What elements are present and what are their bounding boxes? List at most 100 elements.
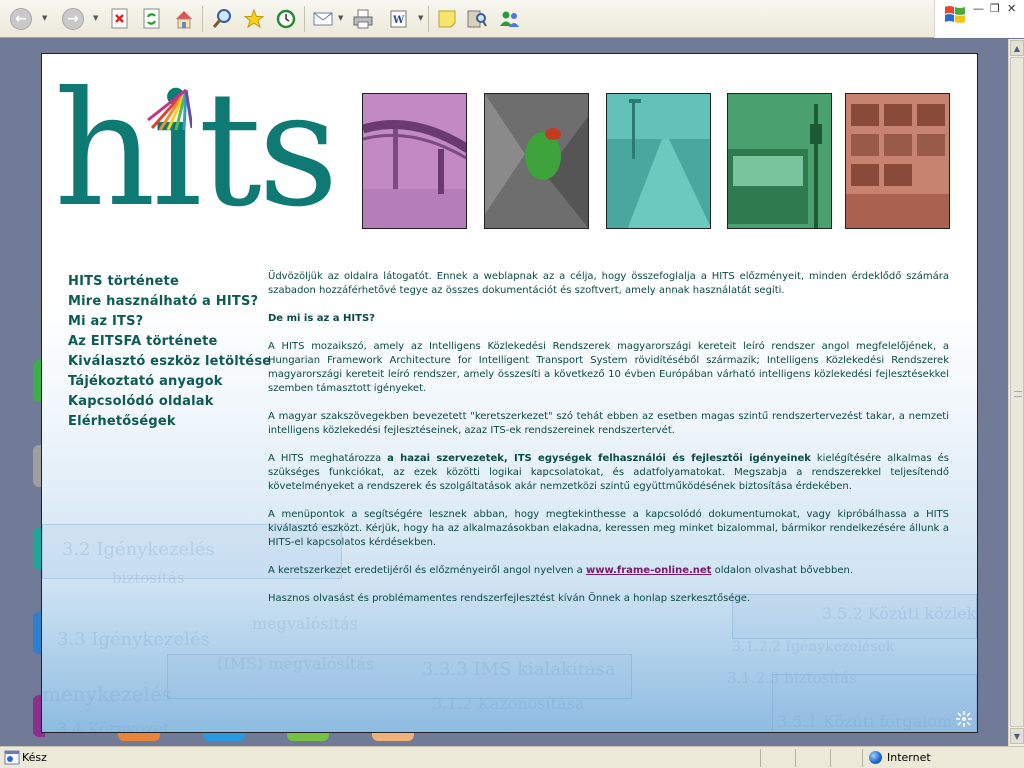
edit-dropdown-icon[interactable]: ▼ [418,14,423,22]
bottom-tab-orange [118,733,160,741]
green-bug-photo-graphic [485,94,588,228]
frame-online-link[interactable]: www.frame-online.net [586,565,711,576]
bridge-photo-graphic [363,94,466,228]
logo-rainbow-rays-icon [147,88,192,130]
intro-paragraph: Üdvözöljük az oldalra látogatót. Ennek a… [268,271,949,296]
closing-paragraph: Hasznos olvasást és problémamentes rends… [268,593,751,604]
nav-hits-usage[interactable]: Mire használható a HITS? [68,292,271,312]
bg-word: 3.3 Igénykezelés [57,629,210,650]
back-button[interactable]: ← [8,5,34,33]
requirements-paragraph: A HITS meghatározza a hazai szervezetek,… [268,452,949,494]
toolbar-separator [304,6,305,32]
windows-logo-icon [945,6,965,23]
mail-icon [313,12,333,26]
bg-word: biztosítás [112,569,185,587]
status-separator [862,749,863,767]
bus-photo-graphic [728,94,831,228]
status-separator [795,749,796,767]
favorites-icon [243,8,265,29]
p4-start: A HITS meghatározza [268,453,388,464]
stop-button[interactable] [107,5,133,33]
print-icon [353,9,373,29]
status-bar: Kész Internet [0,746,1024,768]
window-area: — ❐ ✕ [934,0,1024,38]
highway-photo [606,93,711,229]
p4-bold: a hazai szervezetek, ITS egységek felhas… [387,453,811,464]
toolbar-separator [428,6,429,32]
status-separator [760,749,761,767]
bg-word: 3.4 Környezet [57,719,170,733]
section-heading: De mi is az a HITS? [268,312,949,326]
close-icon[interactable]: ✕ [1007,2,1016,15]
bus-photo [727,93,832,229]
hits-definition-paragraph: A HITS mozaikszó, amely az Intelligens K… [268,341,949,394]
research-icon [467,10,487,28]
stop-icon [111,8,128,29]
svg-text:W: W [392,15,405,26]
search-button[interactable] [209,5,235,33]
framework-paragraph: A magyar szakszövegekben bevezetett "ker… [268,411,949,436]
bottom-tab-peach [372,733,414,741]
main-navigation: HITS története Mire használható a HITS? … [68,272,271,432]
nav-contacts[interactable]: Elérhetőségek [68,412,271,432]
bg-word: 3.2 Igénykezelés [62,539,215,560]
history-button[interactable] [273,5,299,33]
frame-link-paragraph: A keretszerkezet eredetijéről és előzmén… [268,564,949,578]
traffic-control-photo-graphic [846,94,949,228]
nav-eitsfa-history[interactable]: Az EITSFA története [68,332,271,352]
back-icon: ← [10,8,32,30]
notes-icon [438,10,456,28]
minimize-icon[interactable]: — [973,2,984,15]
page-done-icon [4,750,20,765]
favorites-button[interactable] [241,5,267,33]
back-dropdown-icon[interactable]: ▼ [42,14,47,22]
scroll-thumb[interactable] [1010,57,1024,727]
nav-selection-tool-download[interactable]: Kiválasztó eszköz letöltése [68,352,271,372]
nav-related-pages[interactable]: Kapcsolódó oldalak [68,392,271,412]
bg-word: 3.5.1 Közúti forgalom [777,712,953,731]
refresh-icon [143,8,160,29]
bg-word: 3.1.2.3 biztosítás [727,669,857,687]
bottom-tab-green [287,733,329,741]
notes-button[interactable] [434,5,460,33]
vertical-scrollbar[interactable]: ▲ ▼ [1008,39,1024,746]
home-button[interactable] [171,5,197,33]
logo-text: hits [54,58,339,242]
research-button[interactable] [464,5,490,33]
messenger-button[interactable] [497,5,523,33]
forward-button[interactable]: → [60,5,86,33]
word-edit-icon: W [390,10,407,28]
mail-button[interactable] [310,5,336,33]
nav-info-materials[interactable]: Tájékoztató anyagok [68,372,271,392]
home-icon [176,11,192,29]
web-page: 3.2 Igénykezelés 3.3 Igénykezelés 3.3.3 … [41,53,978,733]
scroll-grip [1014,391,1022,397]
browser-toolbar: ← ▼ → ▼ ▼ W ▼ — ❐ ✕ [0,0,1024,38]
bg-word: menykezelés [42,682,172,706]
refresh-button[interactable] [139,5,165,33]
hits-logo[interactable]: hits [54,70,344,230]
nav-what-is-its[interactable]: Mi az ITS? [68,312,271,332]
messenger-icon [500,11,519,27]
traffic-control-photo [845,93,950,229]
heading-text: De mi is az a HITS? [268,313,375,324]
scroll-down-icon[interactable]: ▼ [1010,728,1024,744]
print-button[interactable] [350,5,376,33]
green-bug-photo [484,93,589,229]
main-content: Üdvözöljük az oldalra látogatót. Ennek a… [268,270,949,620]
nav-hits-history[interactable]: HITS története [68,272,271,292]
scroll-up-icon[interactable]: ▲ [1010,40,1024,56]
bridge-photo [362,93,467,229]
bottom-tab-blue [203,733,245,741]
forward-dropdown-icon[interactable]: ▼ [93,14,98,22]
history-icon [276,9,296,29]
resize-sparkle-icon [956,711,972,727]
toolbar-separator [202,6,203,32]
search-icon [212,9,231,28]
internet-zone-icon [869,751,882,764]
word-edit-button[interactable]: W [386,5,412,33]
mail-dropdown-icon[interactable]: ▼ [338,14,343,22]
restore-icon[interactable]: ❐ [990,2,1000,15]
bg-word: 3.3.3 IMS kialakítása [422,659,616,680]
status-text: Kész [22,751,47,764]
